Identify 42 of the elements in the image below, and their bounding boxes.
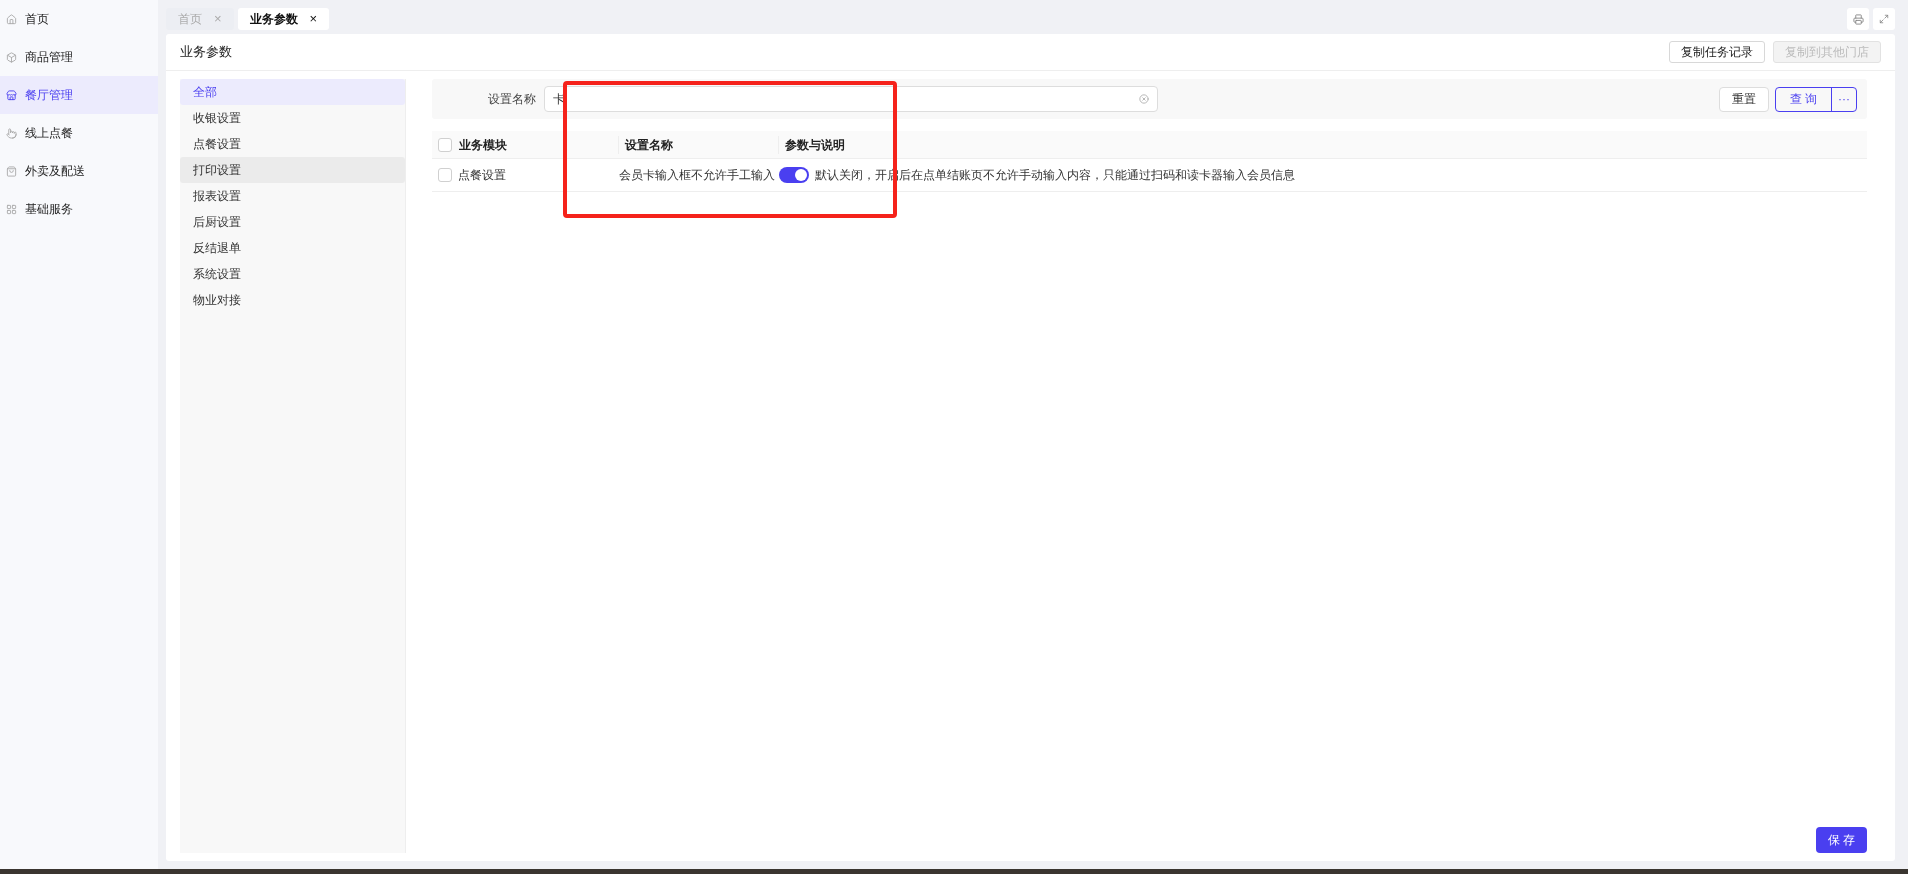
category-item[interactable]: 系统设置 bbox=[180, 261, 405, 287]
save-button[interactable]: 保 存 bbox=[1815, 827, 1867, 853]
category-item[interactable]: 后厨设置 bbox=[180, 209, 405, 235]
printer-icon[interactable] bbox=[1847, 8, 1869, 30]
sidebar-item[interactable]: 线上点餐 bbox=[0, 114, 158, 152]
category-item[interactable]: 物业对接 bbox=[180, 287, 405, 313]
checkbox[interactable] bbox=[438, 168, 452, 182]
category-item[interactable]: 反结退单 bbox=[180, 235, 405, 261]
clear-icon[interactable] bbox=[1139, 94, 1149, 104]
pointer-hand-icon bbox=[6, 127, 17, 139]
page-title: 业务参数 bbox=[180, 43, 232, 62]
sidebar-item[interactable]: 外卖及配送 bbox=[0, 152, 158, 190]
category-item[interactable]: 打印设置 bbox=[180, 157, 405, 183]
table-cell-text: 点餐设置 bbox=[458, 167, 507, 184]
close-icon[interactable]: × bbox=[309, 9, 318, 29]
more-button[interactable]: ··· bbox=[1832, 87, 1856, 111]
home-icon bbox=[6, 13, 17, 25]
fullscreen-icon[interactable] bbox=[1873, 8, 1895, 30]
column-header: 业务模块 bbox=[458, 136, 508, 154]
cube-icon bbox=[6, 51, 17, 63]
grid-icon bbox=[6, 203, 17, 215]
category-item[interactable]: 收银设置 bbox=[180, 105, 405, 131]
reset-button[interactable]: 重置 bbox=[1718, 86, 1769, 112]
page-tab[interactable]: 业务参数 × bbox=[237, 8, 330, 30]
toggle-switch[interactable] bbox=[779, 167, 809, 183]
table-cell-text: 会员卡输入框不允许手工输入 bbox=[619, 167, 776, 184]
store-icon bbox=[6, 89, 17, 101]
sidebar-item[interactable]: 首页 bbox=[0, 0, 158, 38]
column-header: 参数与说明 bbox=[778, 135, 845, 154]
action-button[interactable]: 复制任务记录 bbox=[1669, 41, 1765, 63]
checkbox[interactable] bbox=[438, 137, 452, 152]
sidebar-item[interactable]: 商品管理 bbox=[0, 38, 158, 76]
bag-icon bbox=[6, 165, 17, 177]
filter-label: 设置名称 bbox=[488, 91, 536, 108]
category-item[interactable]: 报表设置 bbox=[180, 183, 405, 209]
category-item[interactable]: 全部 bbox=[180, 79, 405, 105]
sidebar-item[interactable]: 餐厅管理 bbox=[0, 76, 158, 114]
sidebar-item[interactable]: 基础服务 bbox=[0, 190, 158, 228]
column-header: 设置名称 bbox=[618, 135, 778, 154]
category-item[interactable]: 点餐设置 bbox=[180, 131, 405, 157]
query-button[interactable]: 查 询 bbox=[1775, 87, 1832, 111]
search-field[interactable]: 卡 bbox=[544, 86, 1158, 112]
